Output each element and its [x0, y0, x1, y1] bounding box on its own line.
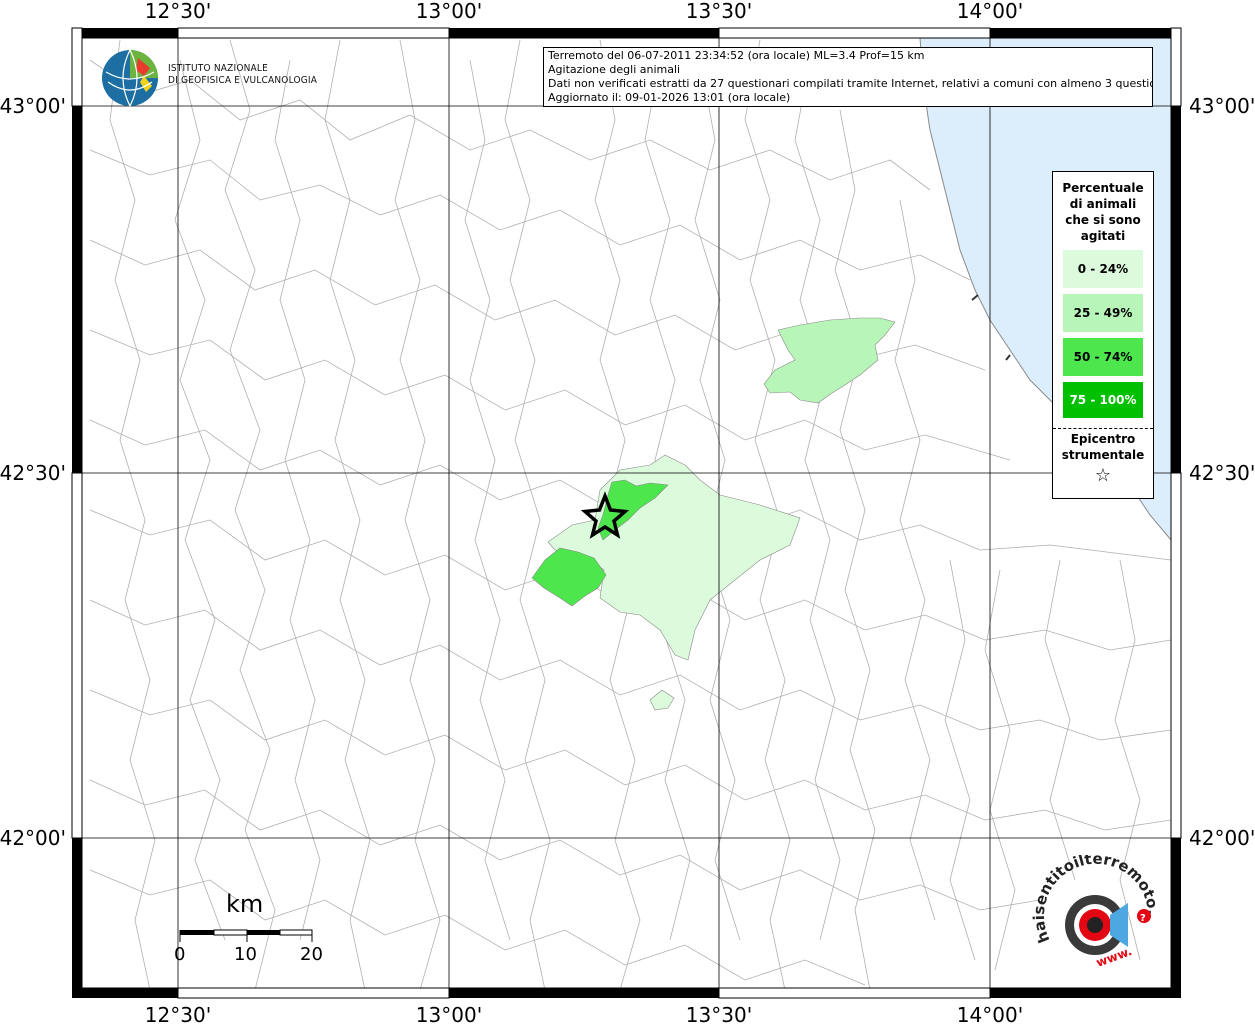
event-info-line4: Aggiornato il: 09-01-2026 13:01 (ora loc… — [548, 91, 791, 104]
legend-star-icon: ☆ — [1094, 465, 1112, 486]
lat-label-right-3: 42°00' — [1189, 826, 1255, 850]
legend-item-25-49: 25 - 49% — [1063, 294, 1143, 332]
legend-title-line1: Percentuale — [1062, 181, 1144, 195]
lat-label-left-3: 42°00' — [0, 826, 66, 850]
area-0-24-small — [649, 689, 675, 711]
ingv-logo-line1: ISTITUTO NAZIONALE — [168, 63, 268, 74]
event-info-line1: Terremoto del 06-07-2011 23:34:52 (ora l… — [548, 49, 925, 62]
legend-separator — [1053, 428, 1153, 429]
lon-labels-top: 12°30' 13°00' 13°30' 14°00' — [145, 0, 1023, 23]
lat-label-left-2: 42°30' — [0, 461, 66, 485]
legend: Percentuale di animali che si sono agita… — [1052, 171, 1154, 499]
legend-title: Percentuale di animali che si sono agita… — [1053, 180, 1153, 244]
ingv-globe-icon — [102, 49, 158, 107]
lon-label-top-4: 14°00' — [957, 0, 1023, 23]
scale-bar: km 0 10 20 — [170, 890, 340, 970]
lat-labels-right: 43°00' 42°30' 42°00' — [1189, 94, 1255, 850]
lat-label-left-1: 43°00' — [0, 94, 66, 118]
legend-title-line3: che si sono — [1065, 213, 1141, 227]
event-info-line3: Dati non verificati estratti da 27 quest… — [548, 77, 1153, 90]
event-info-box: Terremoto del 06-07-2011 23:34:52 (ora l… — [543, 47, 1153, 107]
legend-epicenter-line2: strumentale — [1061, 448, 1145, 462]
lat-label-right-2: 42°30' — [1189, 461, 1255, 485]
ingv-logo-text: ISTITUTO NAZIONALE DI GEOFISICA E VULCAN… — [168, 63, 317, 87]
svg-text:?: ? — [1140, 913, 1146, 924]
legend-item-0-24: 0 - 24% — [1063, 250, 1143, 288]
scale-tick-10: 10 — [234, 944, 257, 965]
scale-tick-20: 20 — [300, 944, 323, 965]
lon-label-top-1: 12°30' — [145, 0, 211, 23]
lat-label-right-1: 43°00' — [1189, 94, 1255, 118]
legend-epicenter-line1: Epicentro — [1070, 432, 1136, 446]
lat-labels-left: 43°00' 42°30' 42°00' — [0, 94, 66, 850]
area-25-49 — [763, 317, 896, 404]
legend-title-line4: agitati — [1080, 229, 1126, 243]
lon-label-bottom-1: 12°30' — [145, 1003, 211, 1024]
lon-label-bottom-2: 13°00' — [416, 1003, 482, 1024]
legend-item-50-74: 50 - 74% — [1063, 338, 1143, 376]
lon-label-top-2: 13°00' — [416, 0, 482, 23]
scale-tick-0: 0 — [174, 944, 186, 965]
lon-label-bottom-4: 14°00' — [957, 1003, 1023, 1024]
legend-title-line2: di animali — [1069, 197, 1137, 211]
event-info-line2: Agitazione degli animali — [548, 63, 681, 76]
lon-label-bottom-3: 13°30' — [686, 1003, 752, 1024]
scale-unit: km — [226, 890, 264, 918]
brand-logo: haisentitoilterremoto.it ? www. — [1030, 855, 1170, 985]
ingv-logo-line2: DI GEOFISICA E VULCANOLOGIA — [168, 75, 318, 86]
legend-epicenter-title: Epicentro strumentale — [1053, 431, 1153, 463]
ingv-logo: ISTITUTO NAZIONALE DI GEOFISICA E VULCAN… — [100, 48, 320, 108]
lon-labels-bottom: 12°30' 13°00' 13°30' 14°00' — [145, 1003, 1023, 1024]
legend-item-75-100: 75 - 100% — [1063, 382, 1143, 418]
lon-label-top-3: 13°30' — [686, 0, 752, 23]
speaker-icon: haisentitoilterremoto.it ? www. — [1030, 855, 1162, 970]
